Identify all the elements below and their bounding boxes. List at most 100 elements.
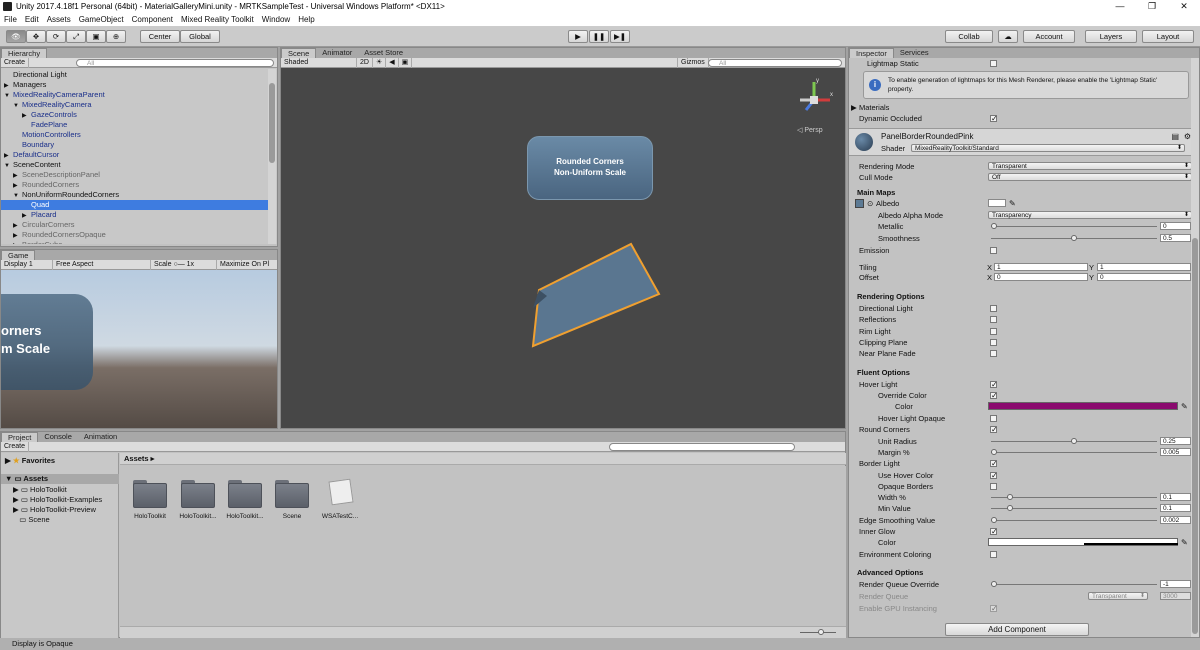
aspect-dropdown[interactable]: Free Aspect [53, 259, 151, 270]
step-button[interactable]: ▶❚ [610, 30, 630, 43]
width-knob[interactable] [1007, 494, 1013, 500]
hierarchy-search-input[interactable]: All [76, 59, 274, 67]
metallic-field[interactable]: 0 [1160, 222, 1191, 230]
rendering-mode-dropdown[interactable]: Transparent [988, 162, 1192, 170]
maximize-on-play-toggle[interactable]: Maximize On Pl [217, 260, 272, 270]
min-value-knob[interactable] [1007, 505, 1013, 511]
width-field[interactable]: 0.1 [1160, 493, 1191, 501]
tree-item-holotoolkit-examples[interactable]: ▶ ▭ HoloToolkit-Examples [13, 495, 102, 505]
hierarchy-item[interactable]: FadePlane [1, 120, 268, 130]
hover-light-checkbox[interactable] [990, 379, 998, 390]
menu-edit[interactable]: Edit [21, 15, 43, 24]
unit-radius-slider[interactable] [991, 438, 1157, 444]
menu-file[interactable]: File [0, 15, 21, 24]
tab-animator[interactable]: Animator [316, 48, 358, 58]
cloud-button[interactable]: ☁ [998, 30, 1018, 43]
hierarchy-item[interactable]: ▶ RoundedCorners [1, 180, 268, 190]
asset-zoom-knob[interactable] [818, 629, 824, 635]
directional-light-checkbox[interactable] [990, 305, 997, 312]
albedo-color-swatch[interactable] [988, 199, 1006, 207]
hierarchy-item[interactable]: ▶ SceneDescriptionPanel [1, 170, 268, 180]
book-icon[interactable]: ▤ [1171, 132, 1179, 141]
tab-scene[interactable]: Scene [281, 48, 317, 58]
margin-slider[interactable] [991, 449, 1157, 455]
env-coloring-checkbox[interactable] [990, 551, 997, 558]
clipping-plane-checkbox[interactable] [990, 339, 997, 346]
hover-light-opaque-checkbox[interactable] [990, 415, 997, 422]
hierarchy-create-dropdown[interactable]: Create [1, 57, 30, 68]
maximize-button[interactable]: ❐ [1136, 0, 1168, 13]
game-view[interactable]: orners m Scale [1, 270, 277, 428]
render-queue-override-knob[interactable] [991, 581, 997, 587]
inspector-scroll-thumb[interactable] [1192, 238, 1198, 634]
tiling-y-field[interactable]: 1 [1097, 263, 1191, 271]
dynamic-occluded-checkbox[interactable] [990, 113, 998, 124]
inspector-scrollbar[interactable] [1191, 58, 1199, 637]
folder-icon[interactable] [181, 480, 215, 508]
tree-item-holotoolkit[interactable]: ▶ ▭ HoloToolkit [13, 485, 102, 495]
tab-game[interactable]: Game [1, 250, 36, 260]
selected-quad[interactable] [521, 238, 671, 358]
scene-view[interactable]: Rounded Corners Non-Uniform Scale y x ◁ … [281, 68, 845, 427]
materials-row[interactable]: ▶ Materials [851, 102, 1196, 113]
favorites-item[interactable]: ▶ ★ Favorites [5, 456, 55, 465]
tiling-x-field[interactable]: 1 [994, 263, 1088, 271]
hierarchy-item[interactable]: Directional Light [1, 70, 268, 80]
smoothness-slider[interactable] [991, 235, 1157, 241]
hierarchy-item[interactable]: ▼ NonUniformRoundedCorners [1, 190, 268, 200]
folder-icon[interactable] [133, 480, 167, 508]
inner-glow-color-swatch[interactable] [988, 538, 1178, 546]
gear-icon[interactable]: ⚙ [1184, 132, 1191, 141]
menu-gameobject[interactable]: GameObject [75, 15, 128, 24]
eyedropper-icon[interactable]: ✎ [1181, 401, 1188, 412]
hierarchy-item[interactable]: ▶ GazeControls [1, 110, 268, 120]
render-queue-override-slider[interactable] [991, 581, 1157, 587]
min-value-field[interactable]: 0.1 [1160, 504, 1191, 512]
expand-arrow-icon[interactable]: ▶ [13, 241, 22, 244]
tree-item-scene[interactable]: ▭ Scene [13, 515, 102, 525]
scene-search-input[interactable]: All [708, 59, 842, 67]
offset-x-field[interactable]: 0 [994, 273, 1088, 281]
add-component-button[interactable]: Add Component [945, 623, 1089, 636]
play-button[interactable]: ▶ [568, 30, 588, 43]
tab-asset-store[interactable]: Asset Store [358, 48, 409, 58]
folder-icon[interactable] [275, 480, 309, 508]
menu-assets[interactable]: Assets [43, 15, 75, 24]
persp-label[interactable]: ◁ Persp [797, 126, 823, 134]
hierarchy-item[interactable]: ▼ SceneContent [1, 160, 268, 170]
scene-file-icon[interactable] [328, 478, 354, 506]
pause-button[interactable]: ❚❚ [589, 30, 609, 43]
pivot-center-button[interactable]: Center [140, 30, 180, 43]
scale-tool-button[interactable]: ⤢ [66, 30, 86, 43]
min-value-slider[interactable] [991, 505, 1157, 511]
tab-console[interactable]: Console [38, 432, 78, 442]
asset-label[interactable]: HoloToolkit [125, 513, 175, 520]
offset-y-field[interactable]: 0 [1097, 273, 1191, 281]
layers-dropdown[interactable]: Layers [1085, 30, 1137, 43]
shader-dropdown[interactable]: MixedRealityToolkit/Standard [911, 144, 1185, 152]
cull-mode-dropdown[interactable]: Off [988, 173, 1192, 181]
target-icon[interactable]: ⊙ [867, 198, 873, 209]
tab-services[interactable]: Services [894, 48, 935, 58]
tab-hierarchy[interactable]: Hierarchy [1, 48, 48, 58]
lighting-toggle-icon[interactable]: ☀ [373, 57, 387, 68]
tab-inspector[interactable]: Inspector [849, 48, 894, 58]
menu-help[interactable]: Help [294, 15, 318, 24]
unit-radius-field[interactable]: 0.25 [1160, 437, 1191, 445]
hierarchy-scroll-thumb[interactable] [269, 83, 275, 163]
hierarchy-item[interactable]: Boundary [1, 140, 268, 150]
edge-smoothing-knob[interactable] [991, 517, 997, 523]
tab-project[interactable]: Project [1, 432, 39, 442]
hierarchy-item[interactable]: ▼ MixedRealityCameraParent [1, 90, 268, 100]
hierarchy-item[interactable]: ▼ MixedRealityCamera [1, 100, 268, 110]
round-corners-checkbox[interactable] [990, 424, 998, 435]
eyedropper-icon[interactable]: ✎ [1181, 537, 1188, 548]
albedo-texture-slot[interactable] [855, 199, 864, 208]
metallic-knob[interactable] [991, 223, 997, 229]
project-create-dropdown[interactable]: Create [1, 441, 30, 452]
rect-tool-button[interactable]: ▣ [86, 30, 106, 43]
hover-color-swatch[interactable] [988, 402, 1178, 410]
menu-window[interactable]: Window [258, 15, 294, 24]
project-search-input[interactable] [609, 443, 795, 451]
render-queue-override-field[interactable]: -1 [1160, 580, 1191, 588]
